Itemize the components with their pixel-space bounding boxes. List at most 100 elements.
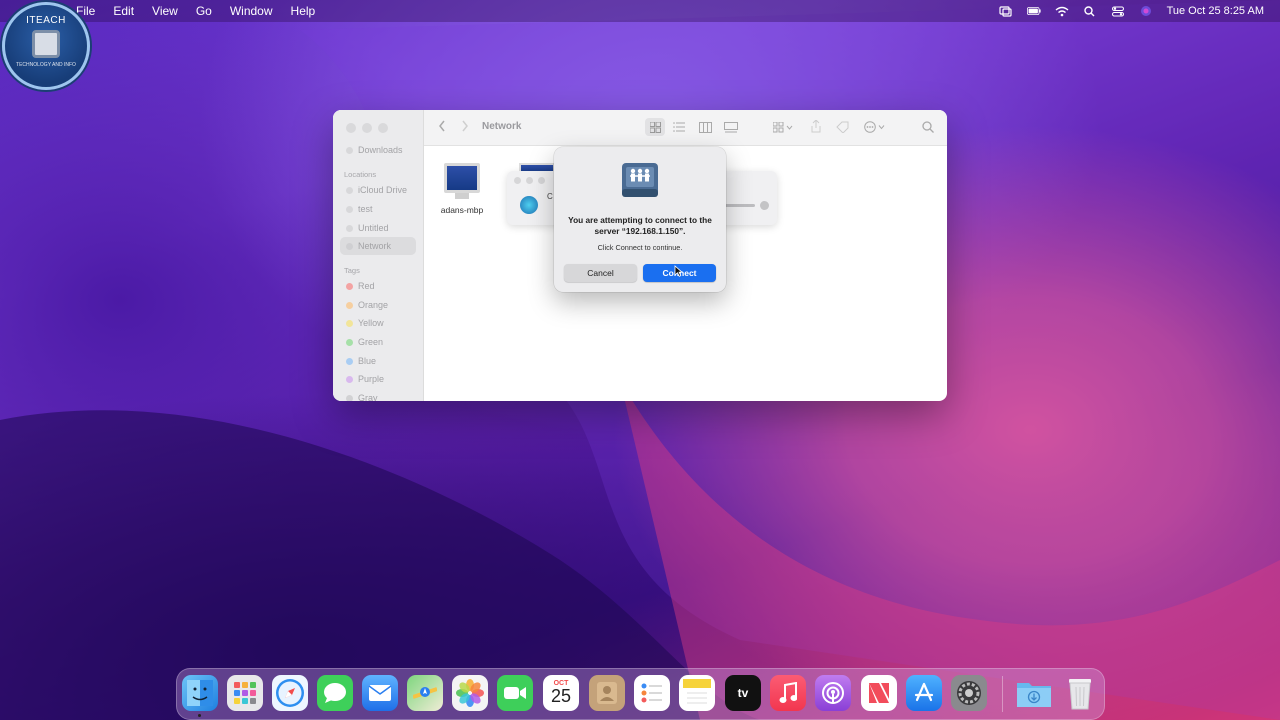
dock-launchpad[interactable]	[227, 675, 263, 711]
dock-system-preferences[interactable]	[951, 675, 987, 711]
speech-bubble-icon	[324, 683, 346, 703]
back-chevron-icon[interactable]	[438, 120, 446, 135]
sidebar-tag-green[interactable]: Green	[346, 337, 383, 347]
sidebar-tag-orange[interactable]: Orange	[346, 300, 388, 310]
sidebar-item-network[interactable]: Network	[346, 241, 391, 251]
tag-icon[interactable]	[836, 121, 849, 136]
dock-calendar[interactable]: OCT 25	[543, 675, 579, 711]
imac-stand	[455, 193, 469, 199]
dock-music[interactable]	[770, 675, 806, 711]
wifi-icon[interactable]	[1055, 5, 1069, 17]
dock-mail[interactable]	[362, 675, 398, 711]
dock-maps[interactable]	[407, 675, 443, 711]
zoom-dot[interactable]	[538, 177, 545, 184]
minimize-dot[interactable]	[362, 123, 372, 133]
finder-sidebar: Downloads Locations iCloud Drive test Un…	[333, 110, 424, 401]
tag-dot-icon	[346, 357, 353, 365]
dock-podcasts[interactable]	[815, 675, 851, 711]
sidebar-item-icloud-drive[interactable]: iCloud Drive	[346, 185, 407, 195]
stop-icon[interactable]	[760, 201, 769, 210]
sidebar-item-downloads[interactable]: Downloads	[346, 145, 403, 155]
notes-icon	[683, 679, 711, 704]
group-by-icon[interactable]	[772, 121, 793, 136]
tag-dot-icon	[346, 282, 353, 290]
siri-icon[interactable]	[1139, 5, 1153, 17]
icon-view-button[interactable]	[645, 118, 665, 136]
dock-safari[interactable]	[272, 675, 308, 711]
downloads-folder-icon	[1017, 683, 1051, 707]
finder-icon	[187, 680, 213, 706]
network-computer-item[interactable]: adans-mbp	[439, 163, 485, 215]
globe-icon	[520, 196, 538, 214]
dock-contacts[interactable]	[589, 675, 625, 711]
screen-mirroring-icon[interactable]	[999, 5, 1013, 17]
control-center-icon[interactable]	[1111, 5, 1125, 17]
column-view-icon[interactable]	[699, 122, 712, 136]
sidebar-tag-yellow[interactable]: Yellow	[346, 318, 384, 328]
menu-edit[interactable]: Edit	[113, 4, 134, 18]
close-dot[interactable]	[346, 123, 356, 133]
running-indicator	[198, 714, 201, 717]
sidebar-tag-gray[interactable]: Gray	[346, 393, 378, 401]
dock-notes[interactable]	[679, 675, 715, 711]
sidebar-tag-red[interactable]: Red	[346, 281, 375, 291]
dock-reminders[interactable]	[634, 675, 670, 711]
sidebar-item-label: Orange	[358, 300, 389, 310]
minimize-dot[interactable]	[526, 177, 533, 184]
list-view-icon[interactable]	[673, 122, 685, 135]
dock-apple-tv[interactable]: tv	[725, 675, 761, 711]
battery-icon[interactable]	[1026, 5, 1041, 17]
menu-bar: File Edit View Go Window Help Tue Oct 25…	[0, 0, 1280, 22]
sidebar-tag-blue[interactable]: Blue	[346, 356, 376, 366]
dock-trash[interactable]	[1062, 675, 1098, 711]
network-item-label: adans-mbp	[440, 205, 484, 215]
tag-dot-icon	[346, 375, 353, 383]
sidebar-item-label: Purple	[358, 374, 385, 384]
menu-clock[interactable]: Tue Oct 25 8:25 AM	[1167, 5, 1264, 17]
dock-facetime[interactable]	[497, 675, 533, 711]
music-note-icon	[779, 682, 797, 703]
share-icon[interactable]	[811, 119, 821, 136]
sidebar-item-label: Red	[358, 281, 375, 291]
sidebar-item-untitled[interactable]: Untitled	[346, 223, 389, 233]
trash-icon	[1069, 679, 1091, 710]
tag-dot-icon	[346, 301, 353, 309]
envelope-icon	[368, 685, 392, 701]
tag-dot-icon	[346, 319, 353, 327]
action-menu-icon[interactable]	[864, 121, 886, 136]
menu-go[interactable]: Go	[196, 4, 212, 18]
dock-finder[interactable]	[182, 675, 218, 711]
mouse-pointer-icon	[674, 265, 683, 277]
sidebar-tag-purple[interactable]: Purple	[346, 374, 384, 384]
safari-compass-icon	[276, 679, 304, 707]
dock-messages[interactable]	[317, 675, 353, 711]
cancel-button[interactable]: Cancel	[564, 264, 637, 282]
imac-icon	[444, 163, 480, 193]
dialog-instruction: Click Connect to continue.	[597, 243, 683, 252]
forward-chevron-icon[interactable]	[461, 120, 469, 135]
zoom-dot[interactable]	[378, 123, 388, 133]
finder-window-title: Network	[482, 121, 522, 132]
news-icon	[869, 683, 889, 703]
dock-app-store[interactable]	[906, 675, 942, 711]
menu-list: File Edit View Go Window Help	[76, 4, 315, 18]
cloud-icon	[346, 186, 353, 194]
menu-extras: Tue Oct 25 8:25 AM	[999, 5, 1264, 17]
menu-help[interactable]: Help	[291, 4, 316, 18]
contacts-person-icon	[597, 682, 617, 704]
gallery-view-icon[interactable]	[724, 122, 738, 136]
menu-view[interactable]: View	[152, 4, 178, 18]
spotlight-search-icon[interactable]	[1083, 5, 1097, 17]
dock-news[interactable]	[861, 675, 897, 711]
sidebar-item-label: Untitled	[358, 223, 389, 233]
dock-photos[interactable]	[452, 675, 488, 711]
downloads-icon	[346, 146, 353, 154]
close-dot[interactable]	[514, 177, 521, 184]
sidebar-item-test[interactable]: test	[346, 204, 373, 214]
launchpad-icon	[234, 682, 256, 704]
menu-window[interactable]: Window	[230, 4, 273, 18]
dock-downloads-stack[interactable]	[1016, 675, 1052, 711]
sidebar-item-label: Network	[358, 241, 392, 251]
search-icon[interactable]	[922, 121, 934, 136]
calendar-day: 25	[550, 685, 572, 706]
